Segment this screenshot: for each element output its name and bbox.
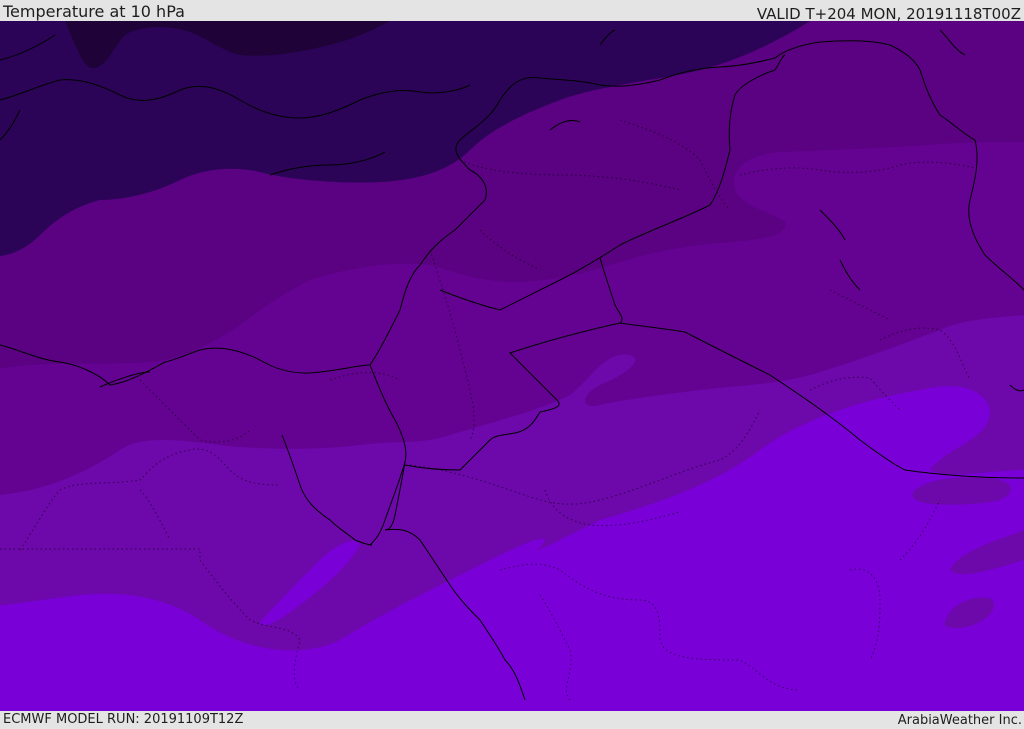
map-title: Temperature at 10 hPa (3, 2, 185, 21)
footer-bar: ECMWF MODEL RUN: 20191109T12Z ArabiaWeat… (0, 711, 1024, 729)
model-run-label: ECMWF MODEL RUN: 20191109T12Z (3, 712, 244, 727)
header-bar: Temperature at 10 hPa VALID T+204 MON, 2… (0, 0, 1024, 23)
credit-label: ArabiaWeather Inc. (897, 713, 1022, 728)
weather-map[interactable] (0, 21, 1024, 711)
